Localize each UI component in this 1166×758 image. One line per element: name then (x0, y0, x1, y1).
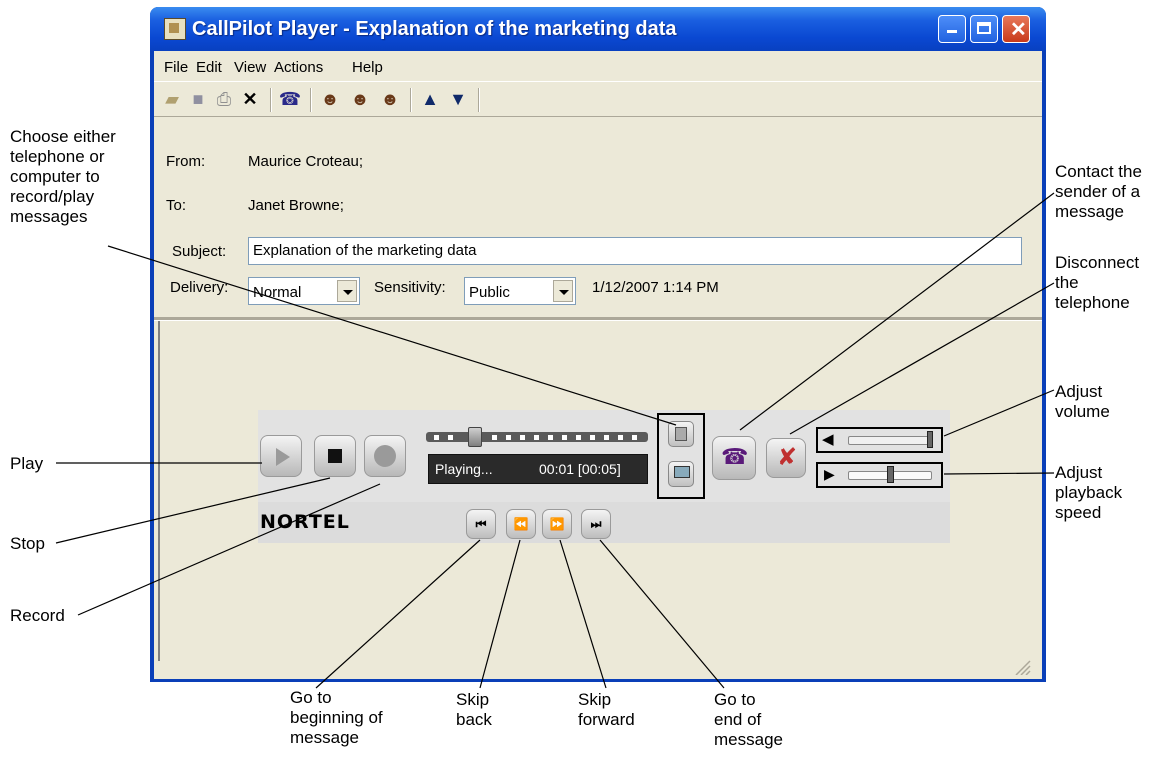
callout-choose-device: Choose either telephone or computer to reco… (10, 127, 116, 226)
callout-contact-sender: Contact the sender of a message (1055, 162, 1142, 221)
callout-record: Record (10, 606, 65, 625)
callout-speed: Adjust playback speed (1055, 463, 1123, 522)
callout-volume: Adjust volume (1055, 382, 1110, 421)
callout-play: Play (10, 454, 44, 473)
callout-skip-back: Skip back (456, 690, 492, 729)
callout-disconnect: Disconnect the telephone (1055, 253, 1140, 312)
callout-skip-forward: Skip forward (578, 690, 635, 729)
callout-lines (55, 192, 1055, 689)
callout-go-to-beginning: Go to beginning of message (290, 688, 383, 747)
callout-stop: Stop (10, 534, 45, 553)
callout-go-to-end: Go to end of message (714, 690, 783, 749)
